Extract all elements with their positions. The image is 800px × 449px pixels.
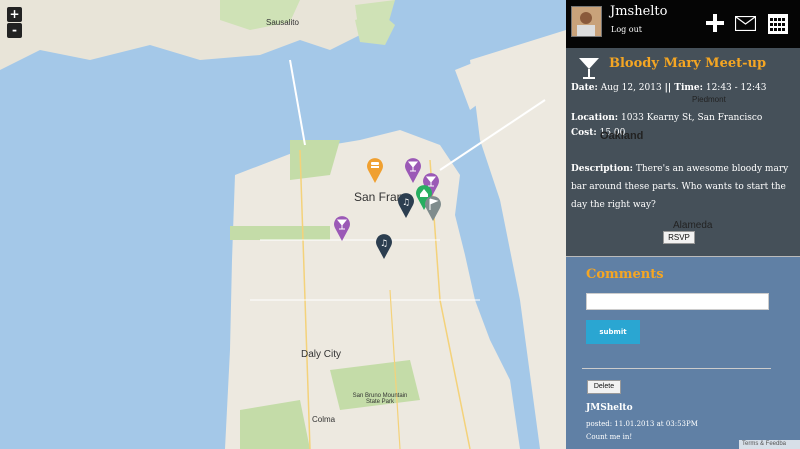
- plus-icon[interactable]: [706, 14, 724, 32]
- event-location: 1033 Kearny St, San Francisco: [620, 113, 763, 123]
- comments-section: Comments submit Delete JMShelto posted: …: [566, 257, 800, 449]
- time-label: || Time:: [664, 83, 703, 93]
- comment-timestamp: posted: 11.01.2013 at 03:53PM: [586, 420, 698, 428]
- cocktail-icon: [579, 58, 599, 79]
- description-label: Description:: [571, 164, 633, 174]
- map-label-park: San Bruno Mountain State Park: [352, 393, 408, 405]
- comment-input[interactable]: [586, 293, 769, 310]
- cost-label: Cost:: [571, 128, 597, 138]
- top-bar: Jmshelto Log out: [566, 0, 800, 48]
- date-label: Date:: [571, 83, 598, 93]
- zoom-controls: + -: [7, 7, 22, 39]
- terms-link[interactable]: Terms & Feedba: [739, 440, 800, 449]
- submit-button[interactable]: submit: [586, 320, 640, 344]
- event-description: Description: There's an awesome bloody m…: [571, 160, 793, 214]
- zoom-in-button[interactable]: +: [7, 7, 22, 22]
- rsvp-button[interactable]: RSVP: [663, 231, 695, 244]
- event-date: Aug 12, 2013: [600, 83, 662, 93]
- cocktail-marker[interactable]: [332, 213, 352, 243]
- music-marker[interactable]: ♫: [396, 190, 416, 220]
- delete-button[interactable]: Delete: [587, 380, 621, 394]
- map-label-colma: Colma: [312, 415, 336, 424]
- music-note-icon: ♫: [402, 198, 410, 208]
- map-label-sausalito: Sausalito: [266, 18, 299, 27]
- comment-text: Count me in!: [586, 433, 633, 441]
- username: Jmshelto: [610, 4, 668, 19]
- envelope-icon[interactable]: [735, 16, 756, 31]
- calendar-icon[interactable]: [768, 14, 788, 34]
- cocktail-marker[interactable]: [403, 155, 423, 185]
- burger-icon: [371, 162, 379, 165]
- map-label-oakland: Oakland: [600, 130, 644, 142]
- logout-link[interactable]: Log out: [611, 25, 642, 34]
- location-label: Location:: [571, 113, 619, 123]
- burger-marker[interactable]: [365, 155, 385, 185]
- music-note-icon: ♫: [380, 239, 388, 249]
- zoom-out-button[interactable]: -: [7, 23, 22, 38]
- comment-author: JMShelto: [586, 403, 633, 413]
- map-label-piedmont: Piedmont: [692, 95, 726, 104]
- flag-marker[interactable]: [423, 193, 443, 223]
- event-date-row: Date: Aug 12, 2013 || Time: 12:43 - 12:4…: [571, 83, 766, 93]
- comments-heading: Comments: [586, 267, 664, 282]
- map-label-daly-city: Daly City: [301, 349, 342, 360]
- event-title: Bloody Mary Meet-up: [609, 56, 767, 71]
- music-marker[interactable]: ♫: [374, 231, 394, 261]
- map-label-alameda: Alameda: [673, 220, 713, 231]
- event-location-row: Location: 1033 Kearny St, San Francisco: [571, 113, 762, 123]
- divider: [582, 368, 771, 369]
- avatar[interactable]: [571, 6, 602, 37]
- event-time: 12:43 - 12:43: [705, 83, 767, 93]
